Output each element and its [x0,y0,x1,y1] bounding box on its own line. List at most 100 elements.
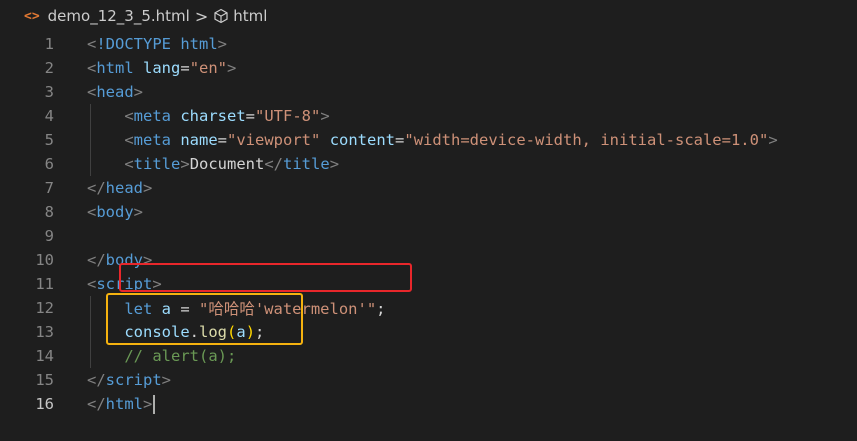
code-line[interactable]: 8 <body> [0,200,857,224]
code-text: // alert(a); [87,347,236,365]
code-text: </html> [87,394,156,414]
code-text: <html lang="en"> [87,59,236,77]
line-number: 8 [44,203,54,221]
line-number: 6 [44,155,54,173]
code-token: < [124,107,134,125]
html-tag-symbol-icon [214,8,228,24]
code-token: </ [87,394,106,413]
code-text: <!DOCTYPE html> [87,35,227,53]
line-number: 12 [35,299,54,317]
code-line[interactable]: 7 </head> [0,176,857,200]
code-text: </head> [87,179,152,197]
code-token: </ [264,155,284,173]
yellow-highlight-box [106,293,303,345]
code-token: < [87,275,97,293]
code-token: "en" [189,59,228,77]
breadcrumb-separator-icon: > [194,6,209,26]
code-token: > [133,203,144,221]
code-token: </ [87,179,106,197]
code-token: head [96,83,134,101]
code-token: > [329,155,340,173]
breadcrumb-symbol-name[interactable]: html [233,7,267,25]
breadcrumb-file-name[interactable]: demo_12_3_5.html [48,7,190,25]
code-token: > [143,179,153,197]
code-line[interactable]: 3 <head> [0,80,857,104]
code-line[interactable]: 4 <meta charset="UTF-8"> [0,104,857,128]
line-number: 5 [44,131,54,149]
code-token: ; [376,300,386,318]
code-token: Document [189,155,265,173]
line-number: 3 [44,83,54,101]
code-token: body [96,203,134,221]
line-number: 10 [35,251,54,269]
code-token: > [133,83,144,101]
code-token: html [105,394,143,413]
code-line[interactable]: 15 </script> [0,368,857,392]
code-token: title [133,155,181,173]
code-token: > [217,35,228,53]
red-highlight-box [119,263,412,292]
code-editor[interactable]: 1 <!DOCTYPE html> 2 <html lang="en"> 3 <head>… [0,32,857,441]
line-number: 13 [35,323,54,341]
code-token: name [180,131,218,149]
code-token: title [283,155,330,173]
code-token: script [105,371,162,389]
code-token: = [217,131,228,149]
code-token: < [87,83,97,101]
code-line[interactable]: 5 <meta name="viewport" content="width=d… [0,128,857,152]
code-line[interactable]: 2 <html lang="en"> [0,56,857,80]
code-line[interactable]: 16 </html> [0,392,857,416]
line-number: 14 [35,347,54,365]
line-number: 2 [44,59,54,77]
code-token: // alert(a); [124,347,237,365]
code-line[interactable]: 9 [0,224,857,248]
line-number: 11 [35,275,54,293]
text-cursor [153,394,156,414]
code-token: html [180,35,218,53]
code-text: <body> [87,203,143,221]
code-text: <meta charset="UTF-8"> [87,107,330,125]
code-token: > [161,371,172,389]
code-token: meta [133,107,171,125]
code-text: <head> [87,83,143,101]
code-line[interactable]: 14 // alert(a); [0,344,857,368]
code-token: = [245,107,256,125]
line-number: 4 [44,107,54,125]
code-token: > [768,131,778,149]
code-line[interactable]: 1 <!DOCTYPE html> [0,32,857,56]
code-token: = [395,131,405,149]
code-token: </ [87,251,106,269]
breadcrumb: <> demo_12_3_5.html > html [0,0,857,32]
code-token: "viewport" [227,131,321,149]
code-token: > [320,107,330,125]
code-token: "UTF-8" [255,107,321,125]
code-line[interactable]: 6 <title>Document</title> [0,152,857,176]
code-token: "width=device-width, initial-scale=1.0" [404,131,769,149]
code-token: < [87,59,97,77]
code-token: charset [180,107,246,125]
code-token: meta [133,131,171,149]
line-number: 15 [35,371,54,389]
code-token: < [87,35,97,53]
code-token: lang [143,59,181,77]
code-token: content [329,131,396,149]
code-token: < [124,155,134,173]
code-text: <meta name="viewport" content="width=dev… [87,131,778,149]
code-text: </script> [87,371,171,389]
code-token: html [96,59,134,77]
code-token: > [143,394,153,413]
code-token: </ [87,371,106,389]
line-number: 16 [35,395,54,413]
html-file-icon: <> [24,8,40,24]
code-token: < [124,131,134,149]
line-number: 9 [44,227,54,245]
code-token: > [180,155,190,173]
